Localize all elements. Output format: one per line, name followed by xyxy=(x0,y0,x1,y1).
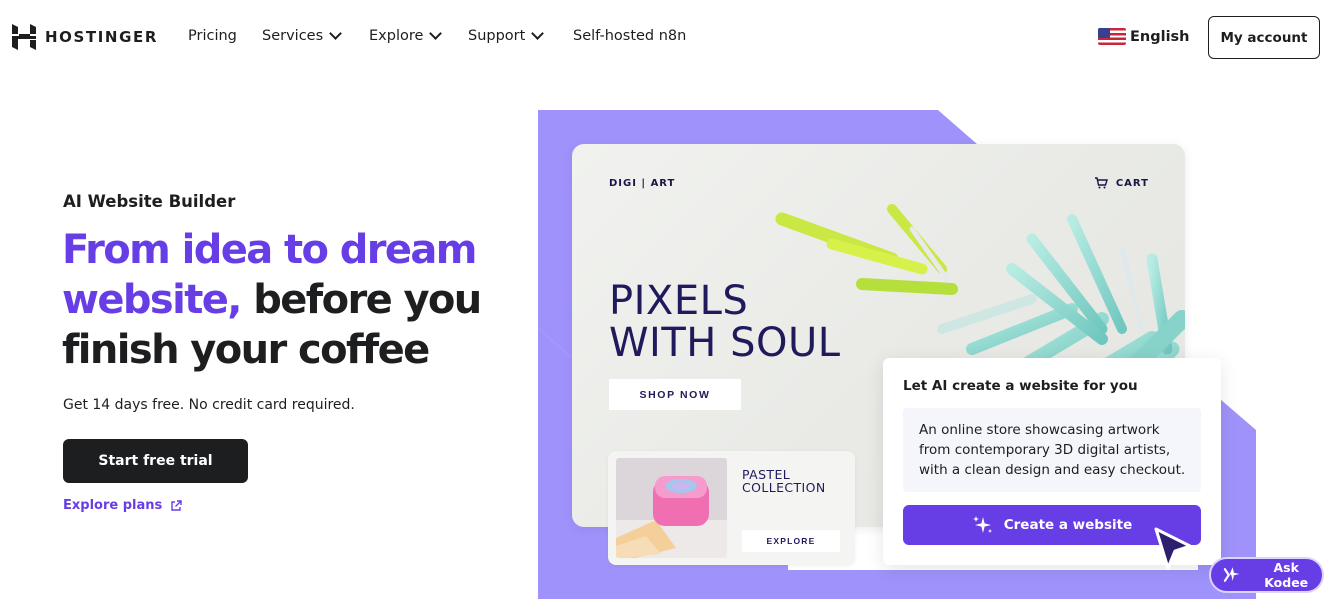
nav-support[interactable]: Support xyxy=(468,27,545,44)
chevron-down-icon xyxy=(429,27,443,40)
nav-self-hosted-n8n[interactable]: Self-hosted n8n xyxy=(573,28,686,44)
cursor-icon xyxy=(1154,527,1192,570)
mockup-title-line1: PIXELS xyxy=(609,278,749,324)
chevron-down-icon xyxy=(531,27,545,40)
chevron-down-icon xyxy=(329,27,343,40)
product-image xyxy=(616,458,727,558)
shop-now-button: SHOP NOW xyxy=(609,379,741,410)
ask-kodee-button[interactable]: Ask Kodee xyxy=(1209,557,1324,593)
ai-prompt-text[interactable]: An online store showcasing artwork from … xyxy=(903,408,1201,492)
external-link-icon xyxy=(171,499,182,511)
mockup-title-line2: WITH SOUL xyxy=(609,320,841,366)
nav-explore-label: Explore xyxy=(369,28,424,44)
kodee-icon xyxy=(1223,567,1240,582)
cart-icon xyxy=(1094,177,1108,189)
mockup-cart: CART xyxy=(1094,177,1149,189)
brand-name: HOSTINGER xyxy=(45,28,158,46)
language-label: English xyxy=(1130,28,1190,45)
nav-pricing-label: Pricing xyxy=(188,28,237,44)
mockup-brand: DIGI | ART xyxy=(609,178,676,189)
nav-services-label: Services xyxy=(262,28,324,44)
nav-explore[interactable]: Explore xyxy=(369,27,443,44)
hostinger-logo[interactable]: HOSTINGER xyxy=(12,24,158,50)
create-website-label: Create a website xyxy=(1003,517,1133,533)
product-card: PASTEL COLLECTION EXPLORE xyxy=(608,451,855,565)
language-selector[interactable]: English xyxy=(1098,28,1190,45)
sparkle-icon xyxy=(972,516,992,533)
us-flag-icon xyxy=(1098,28,1126,45)
ai-card-title: Let AI create a website for you xyxy=(903,378,1138,394)
explore-plans-link[interactable]: Explore plans xyxy=(63,498,182,513)
cart-label: CART xyxy=(1115,177,1149,189)
nav-pricing[interactable]: Pricing xyxy=(188,28,237,44)
nav-support-label: Support xyxy=(468,28,526,44)
product-name: PASTEL COLLECTION xyxy=(742,467,826,495)
hostinger-logo-icon xyxy=(12,24,36,50)
mockup-title: PIXELS WITH SOUL xyxy=(609,280,841,364)
hero-subtext: Get 14 days free. No credit card require… xyxy=(63,397,355,413)
ask-kodee-label: Ask Kodee xyxy=(1264,560,1309,590)
nav-services[interactable]: Services xyxy=(262,27,343,44)
hero-headline: From idea to dream website, before you f… xyxy=(62,225,532,375)
nav-n8n-label: Self-hosted n8n xyxy=(573,28,687,44)
hero-eyebrow: AI Website Builder xyxy=(63,192,236,211)
product-explore-button: EXPLORE xyxy=(742,530,840,552)
my-account-button[interactable]: My account xyxy=(1208,16,1320,59)
top-navigation: HOSTINGER Pricing Services Explore Suppo… xyxy=(0,0,1334,74)
explore-plans-label: Explore plans xyxy=(63,498,163,513)
start-free-trial-button[interactable]: Start free trial xyxy=(63,439,248,483)
